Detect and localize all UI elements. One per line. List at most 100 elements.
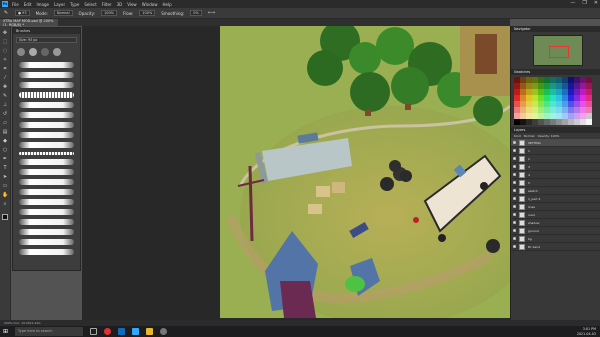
- zoom-icon[interactable]: ⌕: [2, 201, 8, 207]
- brush-stroke-preview[interactable]: [19, 142, 74, 148]
- visibility-eye-icon[interactable]: [513, 197, 516, 200]
- healing-icon[interactable]: ✚: [2, 84, 8, 90]
- layer-row[interactable]: 3: [511, 163, 600, 171]
- gradient-icon[interactable]: ▤: [2, 129, 8, 135]
- document-tab[interactable]: XTRA MAP MOD.psd @ 200% (1, RGB/8) *: [0, 19, 58, 27]
- move-icon[interactable]: ✥: [2, 30, 8, 36]
- brush-stroke-preview[interactable]: [19, 219, 74, 225]
- marquee-icon[interactable]: ⬚: [2, 39, 8, 45]
- foreground-color-swatch[interactable]: [2, 214, 8, 220]
- windows-start-icon[interactable]: ⊞: [3, 328, 8, 335]
- symmetry-icon[interactable]: ⟷: [208, 10, 215, 16]
- brush-stroke-preview[interactable]: [19, 159, 74, 165]
- visibility-eye-icon[interactable]: [513, 205, 516, 208]
- system-clock[interactable]: 3:01 PM 2021-04-03: [577, 327, 596, 336]
- smoothing-field[interactable]: 0%: [190, 10, 202, 16]
- crop-icon[interactable]: ⌗: [2, 66, 8, 72]
- photoshop-taskbar-icon[interactable]: [132, 328, 140, 335]
- brush-preset[interactable]: [41, 48, 49, 56]
- layer-row[interactable]: Bc kand: [511, 243, 600, 251]
- menu-window[interactable]: Window: [142, 2, 158, 7]
- layer-blend-mode[interactable]: Normal: [524, 134, 535, 138]
- menu-3d[interactable]: 3D: [117, 2, 123, 7]
- taskbar-search[interactable]: Type here to search: [15, 327, 84, 336]
- brush-stroke-preview[interactable]: [19, 199, 74, 205]
- visibility-eye-icon[interactable]: [513, 157, 516, 160]
- menu-edit[interactable]: Edit: [24, 2, 32, 7]
- layer-row[interactable]: road: [511, 211, 600, 219]
- chrome-icon[interactable]: [104, 328, 112, 335]
- brush-stroke-preview[interactable]: [19, 249, 74, 255]
- file-explorer-icon[interactable]: [146, 328, 154, 335]
- stamp-icon[interactable]: ⊥: [2, 102, 8, 108]
- task-view-icon[interactable]: [90, 328, 98, 335]
- rectangle-icon[interactable]: ▭: [2, 183, 8, 189]
- brush-stroke-preview[interactable]: [19, 72, 74, 78]
- layer-row[interactable]: 5: [511, 179, 600, 187]
- brush-preset[interactable]: [17, 48, 25, 56]
- brush-icon[interactable]: ✎: [2, 93, 8, 99]
- maximize-button[interactable]: ❐: [582, 0, 586, 6]
- visibility-eye-icon[interactable]: [513, 221, 516, 224]
- dodge-icon[interactable]: ○: [2, 147, 8, 153]
- brush-tool-icon[interactable]: ✎: [3, 10, 9, 16]
- visibility-eye-icon[interactable]: [513, 181, 516, 184]
- visibility-eye-icon[interactable]: [513, 149, 516, 152]
- visibility-eye-icon[interactable]: [513, 141, 516, 144]
- brush-stroke-preview[interactable]: [19, 229, 74, 235]
- flow-field[interactable]: 100%: [139, 10, 156, 16]
- layer-row[interactable]: 1: [511, 147, 600, 155]
- history-brush-icon[interactable]: ↺: [2, 111, 8, 117]
- menu-filter[interactable]: Filter: [102, 2, 112, 7]
- layer-row[interactable]: lines: [511, 203, 600, 211]
- mail-icon[interactable]: [118, 328, 126, 335]
- layer-row[interactable]: 4: [511, 171, 600, 179]
- brush-stroke-preview[interactable]: [19, 239, 74, 245]
- brush-stroke-preview[interactable]: [19, 152, 74, 155]
- artwork-canvas[interactable]: [220, 26, 510, 318]
- layer-opacity[interactable]: Opacity: 100%: [537, 134, 559, 138]
- layer-kind-filter[interactable]: Kind: [514, 134, 521, 138]
- visibility-eye-icon[interactable]: [513, 245, 516, 248]
- brush-stroke-preview[interactable]: [19, 82, 74, 88]
- menu-file[interactable]: File: [12, 2, 19, 7]
- menu-view[interactable]: View: [127, 2, 137, 7]
- brush-preset[interactable]: [29, 48, 37, 56]
- magic-wand-icon[interactable]: ✧: [2, 57, 8, 63]
- brush-stroke-preview[interactable]: [19, 169, 74, 175]
- settings-icon[interactable]: [160, 328, 168, 335]
- path-select-icon[interactable]: ➤: [2, 174, 8, 180]
- visibility-eye-icon[interactable]: [513, 165, 516, 168]
- brush-stroke-preview[interactable]: [19, 189, 74, 195]
- brush-preset-picker[interactable]: ● 93: [15, 10, 30, 16]
- layer-row[interactable]: ground: [511, 227, 600, 235]
- visibility-eye-icon[interactable]: [513, 173, 516, 176]
- layer-row[interactable]: 1_part 4: [511, 195, 600, 203]
- layer-row[interactable]: sketch: [511, 187, 600, 195]
- blur-icon[interactable]: ◆: [2, 138, 8, 144]
- brush-stroke-preview[interactable]: [19, 132, 74, 138]
- close-button[interactable]: ✕: [594, 0, 598, 6]
- layer-row[interactable]: bg: [511, 235, 600, 243]
- brush-size-field[interactable]: Size: 93 px: [16, 37, 77, 43]
- layer-row[interactable]: shadow: [511, 219, 600, 227]
- eraser-icon[interactable]: ▱: [2, 120, 8, 126]
- menu-layer[interactable]: Layer: [54, 2, 65, 7]
- visibility-eye-icon[interactable]: [513, 189, 516, 192]
- brush-stroke-preview[interactable]: [19, 179, 74, 185]
- type-icon[interactable]: T: [2, 165, 8, 171]
- visibility-eye-icon[interactable]: [513, 237, 516, 240]
- brush-stroke-preview[interactable]: [19, 92, 74, 98]
- visibility-eye-icon[interactable]: [513, 229, 516, 232]
- swatch-grid[interactable]: [514, 77, 592, 125]
- lasso-icon[interactable]: ◌: [2, 48, 8, 54]
- menu-help[interactable]: Help: [162, 2, 171, 7]
- menu-type[interactable]: Type: [70, 2, 79, 7]
- brush-preset[interactable]: [53, 48, 61, 56]
- brush-stroke-preview[interactable]: [19, 209, 74, 215]
- brush-stroke-preview[interactable]: [19, 102, 74, 108]
- brush-stroke-preview[interactable]: [19, 122, 74, 128]
- menu-select[interactable]: Select: [84, 2, 96, 7]
- brush-stroke-preview[interactable]: [19, 112, 74, 118]
- eyedropper-icon[interactable]: ⁄: [2, 75, 8, 81]
